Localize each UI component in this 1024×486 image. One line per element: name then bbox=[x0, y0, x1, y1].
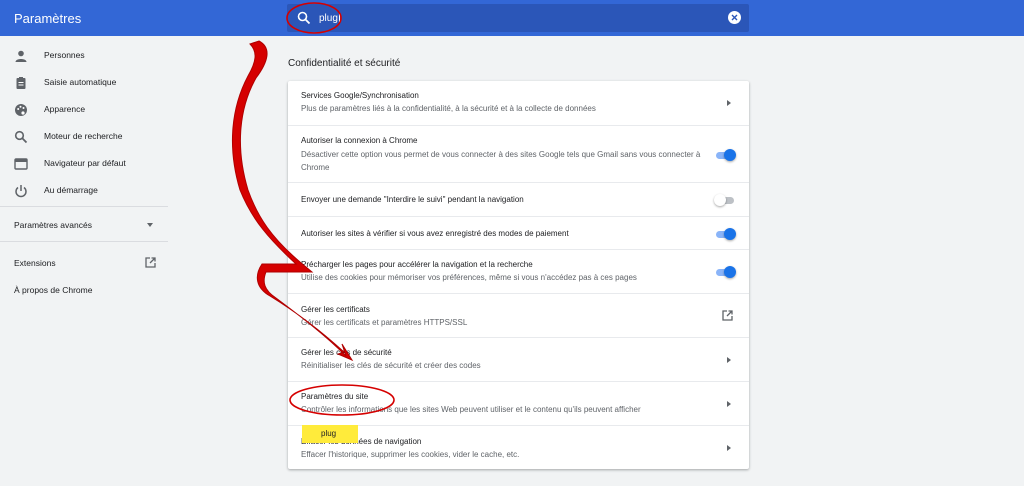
toggle-knob bbox=[724, 228, 736, 240]
sidebar-item-people[interactable]: Personnes bbox=[0, 44, 168, 68]
search-input[interactable]: plug bbox=[319, 12, 340, 24]
row-preload-pages: Précharger les pages pour accélérer la n… bbox=[288, 249, 749, 293]
row-title: Précharger les pages pour accélérer la n… bbox=[301, 260, 533, 269]
row-title: Autoriser la connexion à Chrome bbox=[301, 136, 418, 145]
sidebar-item-on-startup[interactable]: Au démarrage bbox=[0, 179, 168, 203]
row-subtitle: Réinitialiser les clés de sécurité et cr… bbox=[301, 361, 481, 370]
clear-icon[interactable] bbox=[728, 11, 741, 24]
search-icon bbox=[14, 130, 28, 144]
toggle-knob bbox=[724, 149, 736, 161]
sidebar-item-label: Saisie automatique bbox=[44, 77, 117, 87]
toggle-switch[interactable] bbox=[714, 266, 736, 278]
clipboard-icon bbox=[16, 77, 26, 89]
toggle-knob bbox=[724, 266, 736, 278]
arrow-right-icon[interactable] bbox=[727, 100, 731, 106]
sidebar-item-advanced[interactable]: Paramètres avancés bbox=[14, 220, 92, 230]
sidebar-divider bbox=[0, 206, 168, 207]
sidebar-item-autofill[interactable]: Saisie automatique bbox=[0, 71, 168, 95]
row-subtitle: Désactiver cette option vous permet de v… bbox=[301, 150, 701, 172]
row-title: Autoriser les sites à vérifier si vous a… bbox=[301, 229, 569, 238]
browser-icon bbox=[14, 158, 28, 170]
sidebar-item-appearance[interactable]: Apparence bbox=[0, 98, 168, 122]
row-subtitle: Contrôler les informations que les sites… bbox=[301, 405, 641, 414]
row-title: Paramètres du site bbox=[301, 392, 369, 401]
toggle-switch[interactable] bbox=[714, 228, 736, 240]
sidebar-item-default-browser[interactable]: Navigateur par défaut bbox=[0, 152, 168, 176]
palette-icon bbox=[15, 104, 27, 116]
toggle-switch[interactable] bbox=[714, 194, 736, 206]
search-box[interactable]: plug bbox=[287, 4, 749, 32]
row-security-keys[interactable]: Gérer les clés de sécurité Réinitialiser… bbox=[288, 337, 749, 381]
chevron-down-icon[interactable] bbox=[147, 223, 153, 227]
row-subtitle: Effacer l'historique, supprimer les cook… bbox=[301, 450, 520, 459]
row-subtitle: Plus de paramètres liés à la confidentia… bbox=[301, 104, 596, 113]
row-site-settings[interactable]: Paramètres du site Contrôler les informa… bbox=[288, 381, 749, 425]
row-title: Gérer les certificats bbox=[301, 305, 370, 314]
sidebar-item-about[interactable]: À propos de Chrome bbox=[14, 285, 92, 295]
row-allow-chrome-signin: Autoriser la connexion à Chrome Désactiv… bbox=[288, 125, 749, 182]
top-bar: Paramètres plug bbox=[0, 0, 1024, 36]
open-in-new-icon[interactable] bbox=[722, 310, 733, 321]
sidebar-item-label: Apparence bbox=[44, 104, 86, 114]
sidebar-item-label: Personnes bbox=[44, 50, 85, 60]
arrow-right-icon[interactable] bbox=[727, 401, 731, 407]
sidebar-item-extensions[interactable]: Extensions bbox=[14, 258, 56, 268]
sidebar-item-label: Moteur de recherche bbox=[44, 131, 123, 141]
search-icon[interactable] bbox=[297, 11, 311, 25]
text-caret bbox=[338, 12, 340, 23]
app-title: Paramètres bbox=[14, 11, 82, 26]
arrow-right-icon[interactable] bbox=[727, 357, 731, 363]
sidebar-item-search-engine[interactable]: Moteur de recherche bbox=[0, 125, 168, 149]
settings-card: Services Google/Synchronisation Plus de … bbox=[288, 81, 749, 469]
toggle-switch[interactable] bbox=[714, 149, 736, 161]
sidebar-item-label: Au démarrage bbox=[44, 185, 98, 195]
row-title: Services Google/Synchronisation bbox=[301, 91, 419, 100]
row-manage-certificates[interactable]: Gérer les certificats Gérer les certific… bbox=[288, 293, 749, 337]
arrow-right-icon[interactable] bbox=[727, 445, 731, 451]
row-do-not-track: Envoyer une demande "Interdire le suivi"… bbox=[288, 182, 749, 216]
section-title: Confidentialité et sécurité bbox=[288, 58, 401, 69]
search-match-highlight: plug bbox=[302, 425, 358, 443]
row-subtitle: Utilise des cookies pour mémoriser vos p… bbox=[301, 273, 637, 282]
person-icon bbox=[15, 50, 27, 62]
power-icon bbox=[15, 185, 27, 198]
row-title: Envoyer une demande "Interdire le suivi"… bbox=[301, 195, 524, 204]
search-match-label: plug bbox=[321, 429, 337, 438]
row-google-sync[interactable]: Services Google/Synchronisation Plus de … bbox=[288, 81, 749, 125]
open-in-new-icon[interactable] bbox=[145, 257, 156, 268]
search-input-value: plug bbox=[319, 13, 338, 24]
sidebar-item-label: Navigateur par défaut bbox=[44, 158, 126, 168]
sidebar-divider bbox=[0, 241, 168, 242]
row-subtitle: Gérer les certificats et paramètres HTTP… bbox=[301, 318, 468, 327]
toggle-knob bbox=[714, 194, 726, 206]
row-title: Gérer les clés de sécurité bbox=[301, 348, 392, 357]
row-payment-methods: Autoriser les sites à vérifier si vous a… bbox=[288, 216, 749, 249]
